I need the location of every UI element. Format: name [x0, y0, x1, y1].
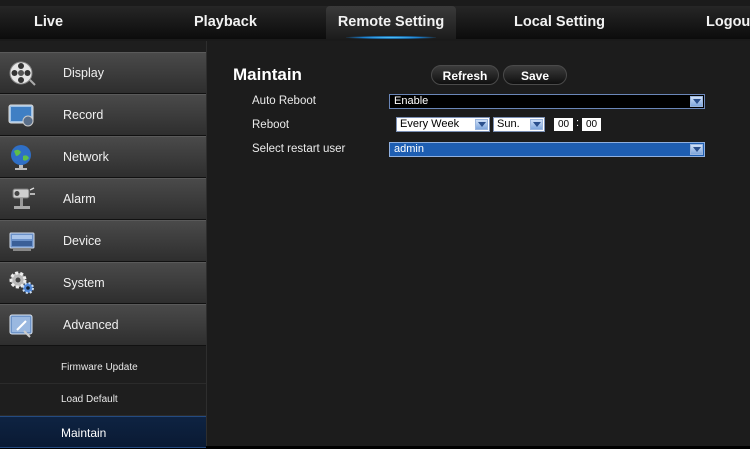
- refresh-button[interactable]: Refresh: [431, 65, 499, 85]
- top-nav-bar: Live Playback Remote Setting Local Setti…: [0, 0, 750, 41]
- sidebar-item-network[interactable]: Network: [0, 136, 206, 178]
- auto-reboot-value: Enable: [394, 95, 429, 107]
- main-panel: Maintain Refresh Save Auto Reboot Enable…: [207, 41, 750, 446]
- sidebar-item-label: Record: [63, 108, 104, 122]
- time-separator: :: [576, 117, 580, 129]
- reboot-hour-input[interactable]: 00: [554, 118, 573, 131]
- reboot-label: Reboot: [252, 119, 290, 131]
- sidebar-item-alarm[interactable]: Alarm: [0, 178, 206, 220]
- restart-user-value: admin: [394, 143, 424, 155]
- record-monitor-icon: [8, 102, 36, 128]
- sidebar-subitem-load-default[interactable]: Load Default: [0, 384, 206, 416]
- restart-user-select[interactable]: admin: [389, 142, 705, 157]
- sidebar-subitem-firmware-update[interactable]: Firmware Update: [0, 352, 206, 384]
- sidebar-subitem-label: Load Default: [61, 394, 118, 405]
- sidebar: Display Record Network Alarm Device Syst…: [0, 41, 207, 448]
- reboot-day-value: Sun.: [497, 118, 520, 130]
- system-gears-icon: [8, 270, 36, 296]
- sidebar-subitem-label: Maintain: [61, 426, 107, 440]
- sidebar-item-record[interactable]: Record: [0, 94, 206, 136]
- tab-local-setting[interactable]: Local Setting: [514, 6, 605, 39]
- tab-logout[interactable]: Logou: [706, 6, 750, 39]
- tab-live[interactable]: Live: [34, 6, 63, 39]
- reboot-frequency-value: Every Week: [400, 118, 460, 130]
- sidebar-item-advanced[interactable]: Advanced: [0, 304, 206, 346]
- advanced-tools-icon: [8, 312, 36, 338]
- sidebar-item-label: Network: [63, 150, 109, 164]
- chevron-down-icon[interactable]: [475, 119, 488, 130]
- auto-reboot-label: Auto Reboot: [252, 95, 316, 107]
- reboot-frequency-select[interactable]: Every Week: [396, 117, 490, 132]
- chevron-down-icon[interactable]: [690, 96, 703, 107]
- sidebar-item-label: Alarm: [63, 192, 96, 206]
- chevron-down-icon[interactable]: [690, 144, 703, 155]
- tab-remote-setting[interactable]: Remote Setting: [326, 6, 456, 39]
- network-globe-icon: [8, 144, 36, 170]
- sidebar-item-system[interactable]: System: [0, 262, 206, 304]
- sidebar-item-label: System: [63, 276, 105, 290]
- sidebar-item-label: Device: [63, 234, 102, 248]
- sidebar-item-label: Advanced: [63, 318, 119, 332]
- sidebar-subitem-label: Firmware Update: [61, 362, 138, 373]
- save-button[interactable]: Save: [503, 65, 567, 85]
- sidebar-item-display[interactable]: Display: [0, 52, 206, 94]
- page-title: Maintain: [233, 65, 302, 84]
- reboot-day-select[interactable]: Sun.: [493, 117, 545, 132]
- chevron-down-icon[interactable]: [530, 119, 543, 130]
- tab-playback[interactable]: Playback: [194, 6, 257, 39]
- display-reel-icon: [8, 60, 36, 86]
- sidebar-subitem-maintain[interactable]: Maintain: [0, 416, 206, 448]
- restart-user-label: Select restart user: [252, 143, 346, 155]
- sidebar-item-label: Display: [63, 66, 104, 80]
- reboot-minute-input[interactable]: 00: [582, 118, 601, 131]
- auto-reboot-select[interactable]: Enable: [389, 94, 705, 109]
- alarm-camera-icon: [8, 186, 36, 212]
- sidebar-item-device[interactable]: Device: [0, 220, 206, 262]
- device-hdd-icon: [8, 228, 36, 254]
